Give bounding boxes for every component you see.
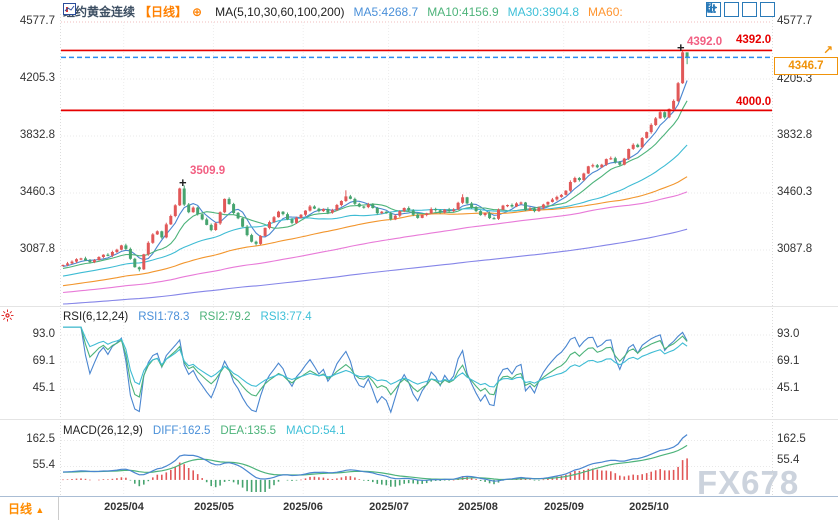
x-axis-label: 2025/04 bbox=[94, 501, 154, 513]
rsi-axis-label: 93.0 bbox=[777, 328, 799, 341]
swing-high-label: 3509.9 bbox=[190, 165, 225, 178]
time-axis-bar: 日线 ▲ 2025/04 2025/05 2025/06 2025/07 202… bbox=[0, 496, 838, 520]
level-line-label-low: 4000.0 bbox=[736, 96, 771, 109]
rsi-axis-label: 93.0 bbox=[3, 328, 55, 341]
x-axis-label: 2025/08 bbox=[448, 501, 508, 513]
ma60-value: MA60: bbox=[588, 5, 623, 19]
rsi-name: RSI(6,12,24) bbox=[63, 311, 128, 323]
y-axis-scale-icon[interactable] bbox=[724, 2, 739, 17]
rsi-header: RSI(6,12,24) RSI1:78.3 RSI2:79.2 RSI3:77… bbox=[63, 311, 312, 323]
y-axis-label: 3832.8 bbox=[777, 129, 812, 142]
rsi-panel[interactable] bbox=[61, 308, 772, 418]
swing-high-marker: + bbox=[677, 40, 685, 55]
rsi-axis-label: 45.1 bbox=[3, 382, 55, 395]
chart-window: FX678 纽约黄金连续 【日线】 ⊕ MA(5,10,30,60,100,20… bbox=[0, 0, 838, 520]
macd-value: MACD:54.1 bbox=[286, 425, 345, 437]
x-axis-label: 2025/10 bbox=[619, 501, 679, 513]
macd-axis-label: 55.4 bbox=[3, 459, 55, 472]
x-axis-label: 2025/07 bbox=[359, 501, 419, 513]
level-line-label-high: 4392.0 bbox=[736, 34, 771, 47]
ma5-value: MA5:4268.7 bbox=[354, 5, 419, 19]
x-axis-label: 2025/09 bbox=[534, 501, 594, 513]
last-price-box: 4346.7 bbox=[774, 57, 838, 75]
rsi-axis-label: 69.1 bbox=[777, 355, 799, 368]
y-axis-label: 3460.3 bbox=[777, 186, 812, 199]
macd-name: MACD(26,12,9) bbox=[63, 425, 143, 437]
y-axis-label: 3832.8 bbox=[3, 129, 55, 142]
y-axis-label: 3460.3 bbox=[3, 186, 55, 199]
macd-axis-label: 162.5 bbox=[777, 433, 806, 446]
ma-settings-label: MA(5,10,30,60,100,200) bbox=[215, 5, 344, 19]
y-axis-label: 3087.8 bbox=[3, 243, 55, 256]
period-selector[interactable]: 日线 ▲ bbox=[8, 500, 44, 517]
chart-toolbar bbox=[706, 2, 775, 17]
rsi-axis-label: 69.1 bbox=[3, 355, 55, 368]
alert-line-label: 4392.0 bbox=[687, 36, 722, 49]
chart-header: 纽约黄金连续 【日线】 ⊕ MA(5,10,30,60,100,200) MA5… bbox=[63, 3, 623, 20]
rsi2-value: RSI2:79.2 bbox=[199, 311, 250, 323]
macd-header: MACD(26,12,9) DIFF:162.5 DEA:135.5 MACD:… bbox=[63, 425, 345, 437]
rsi-axis-label: 45.1 bbox=[777, 382, 799, 395]
y-axis-label: 4577.7 bbox=[3, 15, 55, 28]
swing-high-marker: + bbox=[179, 175, 187, 190]
dea-value: DEA:135.5 bbox=[220, 425, 276, 437]
rsi1-value: RSI1:78.3 bbox=[138, 311, 189, 323]
diff-value: DIFF:162.5 bbox=[153, 425, 211, 437]
period-tag: 【日线】 bbox=[139, 3, 187, 20]
y-axis-label: 4577.7 bbox=[777, 15, 812, 28]
x-axis-scale-icon[interactable] bbox=[742, 2, 757, 17]
macd-axis-label: 55.4 bbox=[777, 454, 799, 467]
rsi3-value: RSI3:77.4 bbox=[261, 311, 312, 323]
ma10-value: MA10:4156.9 bbox=[427, 5, 498, 19]
x-axis-label: 2025/06 bbox=[273, 501, 333, 513]
y-axis-label: 3087.8 bbox=[777, 243, 812, 256]
main-price-panel[interactable] bbox=[61, 22, 772, 305]
chevron-up-icon: ▲ bbox=[35, 505, 44, 515]
restore-view-icon[interactable] bbox=[760, 2, 775, 17]
new-high-arrow-icon: ↗ bbox=[823, 43, 833, 57]
macd-axis-label: 162.5 bbox=[3, 433, 55, 446]
add-indicator-icon[interactable]: ⊕ bbox=[192, 5, 202, 19]
x-axis-label: 2025/05 bbox=[184, 501, 244, 513]
ma30-value: MA30:3904.8 bbox=[508, 5, 579, 19]
y-axis-label: 4205.3 bbox=[3, 72, 55, 85]
